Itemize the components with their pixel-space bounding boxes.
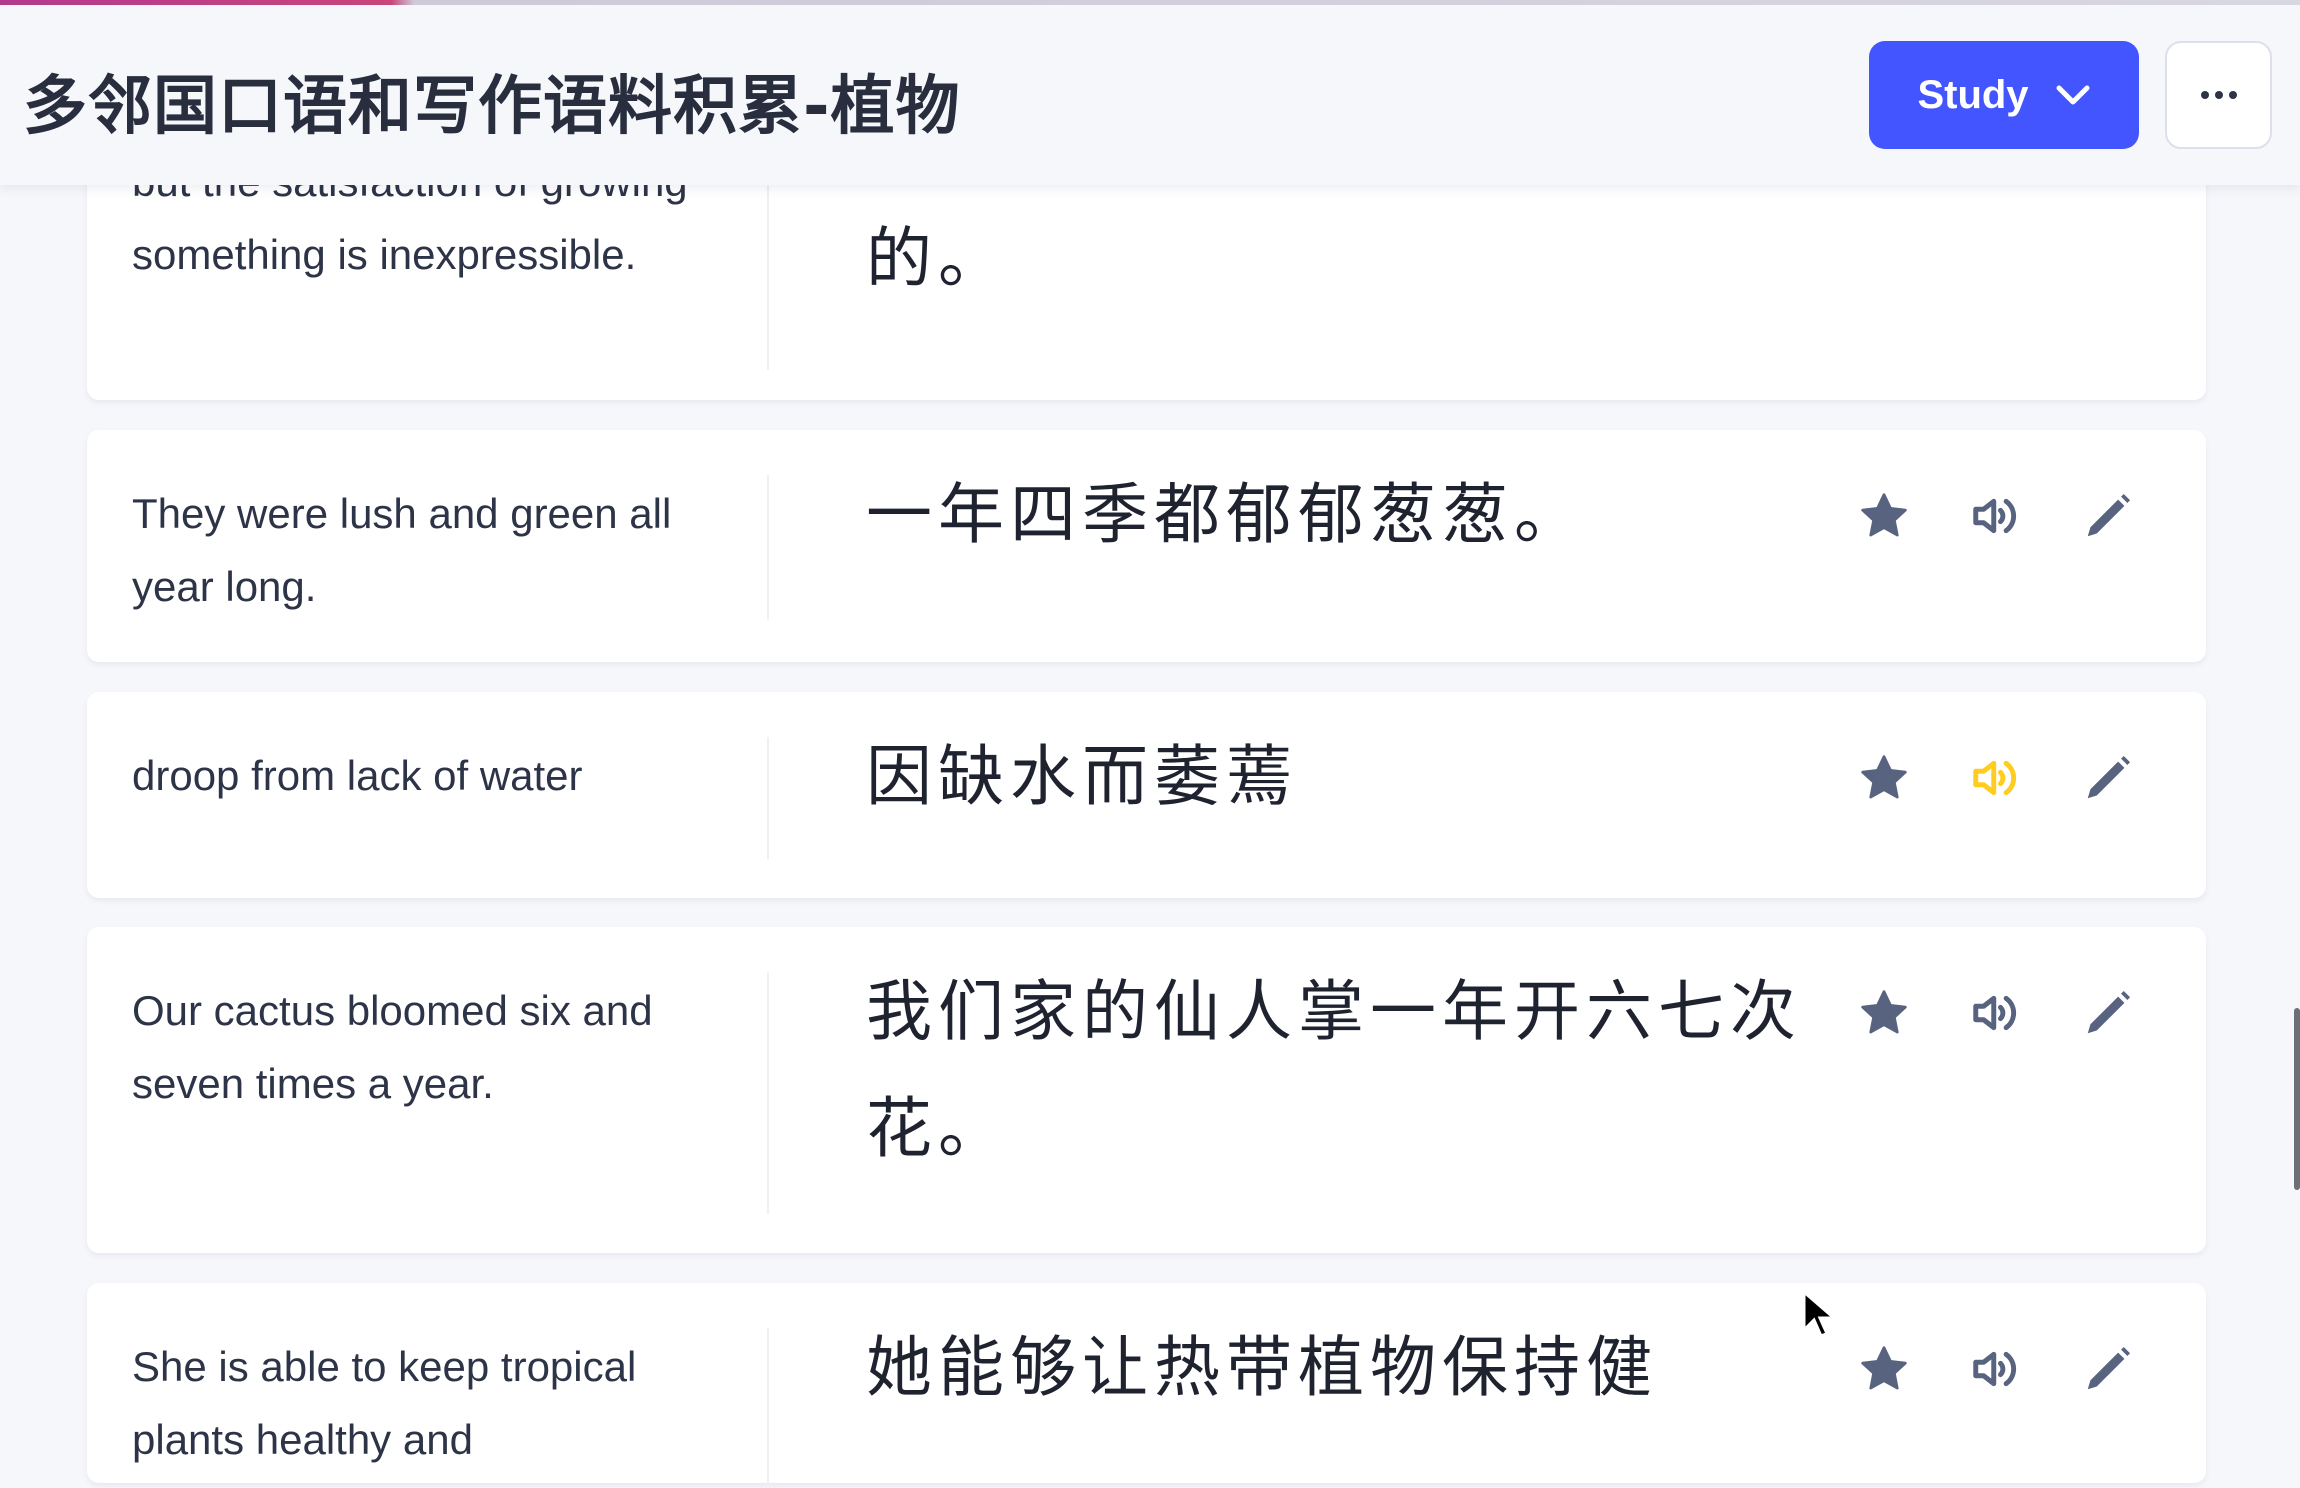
- speaker-icon: [1973, 1351, 2017, 1387]
- speaker-icon: [1973, 498, 2017, 534]
- pencil-icon: [2087, 990, 2131, 1034]
- definition-text: 一年四季都郁郁葱葱。: [866, 476, 1586, 553]
- flashcard-row: Our cactus bloomed six and seven times a…: [87, 927, 2206, 1253]
- star-icon: [1861, 755, 1907, 799]
- definition-text: 因缺水而萎蔫: [866, 738, 1298, 815]
- flashcard-row: droop from lack of water 因缺水而萎蔫: [87, 692, 2206, 898]
- edit-button[interactable]: [2081, 751, 2135, 805]
- audio-button[interactable]: [1969, 1342, 2023, 1396]
- star-icon: [1861, 493, 1907, 537]
- scrollbar[interactable]: [2294, 1008, 2300, 1190]
- edit-button[interactable]: [2081, 986, 2135, 1040]
- audio-button[interactable]: [1969, 751, 2023, 805]
- flashcard-row: She is able to keep tropical plants heal…: [87, 1283, 2206, 1488]
- term-text: They were lush and green all year long.: [132, 490, 672, 610]
- definition-text: 我们家的仙人掌一年开六七次花。: [866, 973, 1802, 1167]
- speaker-icon: [1973, 760, 2017, 796]
- edit-button[interactable]: [2081, 489, 2135, 543]
- study-label: Study: [1917, 72, 2029, 117]
- star-icon: [1861, 990, 1907, 1034]
- audio-button[interactable]: [1969, 489, 2023, 543]
- term-text: droop from lack of water: [132, 752, 583, 799]
- star-button[interactable]: [1857, 751, 1911, 805]
- more-options-button[interactable]: [2165, 41, 2272, 149]
- star-button[interactable]: [1857, 489, 1911, 543]
- pencil-icon: [2087, 1346, 2131, 1390]
- star-button[interactable]: [1857, 986, 1911, 1040]
- mouse-cursor-icon: [1802, 1290, 1839, 1338]
- edit-button[interactable]: [2081, 1342, 2135, 1396]
- header: 多邻国口语和写作语料积累-植物 Study: [0, 5, 2300, 185]
- term-text: She is able to keep tropical plants heal…: [132, 1343, 637, 1463]
- audio-button[interactable]: [1969, 986, 2023, 1040]
- pencil-icon: [2087, 755, 2131, 799]
- star-icon: [1861, 1346, 1907, 1390]
- browser-top-strip: [0, 0, 2300, 5]
- speaker-icon: [1973, 995, 2017, 1031]
- pencil-icon: [2087, 493, 2131, 537]
- column-divider: [767, 737, 769, 859]
- column-divider: [767, 475, 769, 620]
- column-divider: [767, 1328, 769, 1488]
- study-button[interactable]: Study: [1869, 41, 2139, 149]
- star-button[interactable]: [1857, 1342, 1911, 1396]
- term-text: Our cactus bloomed six and seven times a…: [132, 987, 653, 1107]
- chevron-down-icon: [2056, 85, 2090, 105]
- page-title: 多邻国口语和写作语料积累-植物: [23, 70, 961, 144]
- column-divider: [767, 972, 769, 1214]
- flashcard-row: They were lush and green all year long. …: [87, 430, 2206, 662]
- definition-text: 她能够让热带植物保持健: [866, 1329, 1658, 1406]
- ellipsis-icon: [2200, 91, 2237, 99]
- definition-text: 的。: [866, 220, 1010, 297]
